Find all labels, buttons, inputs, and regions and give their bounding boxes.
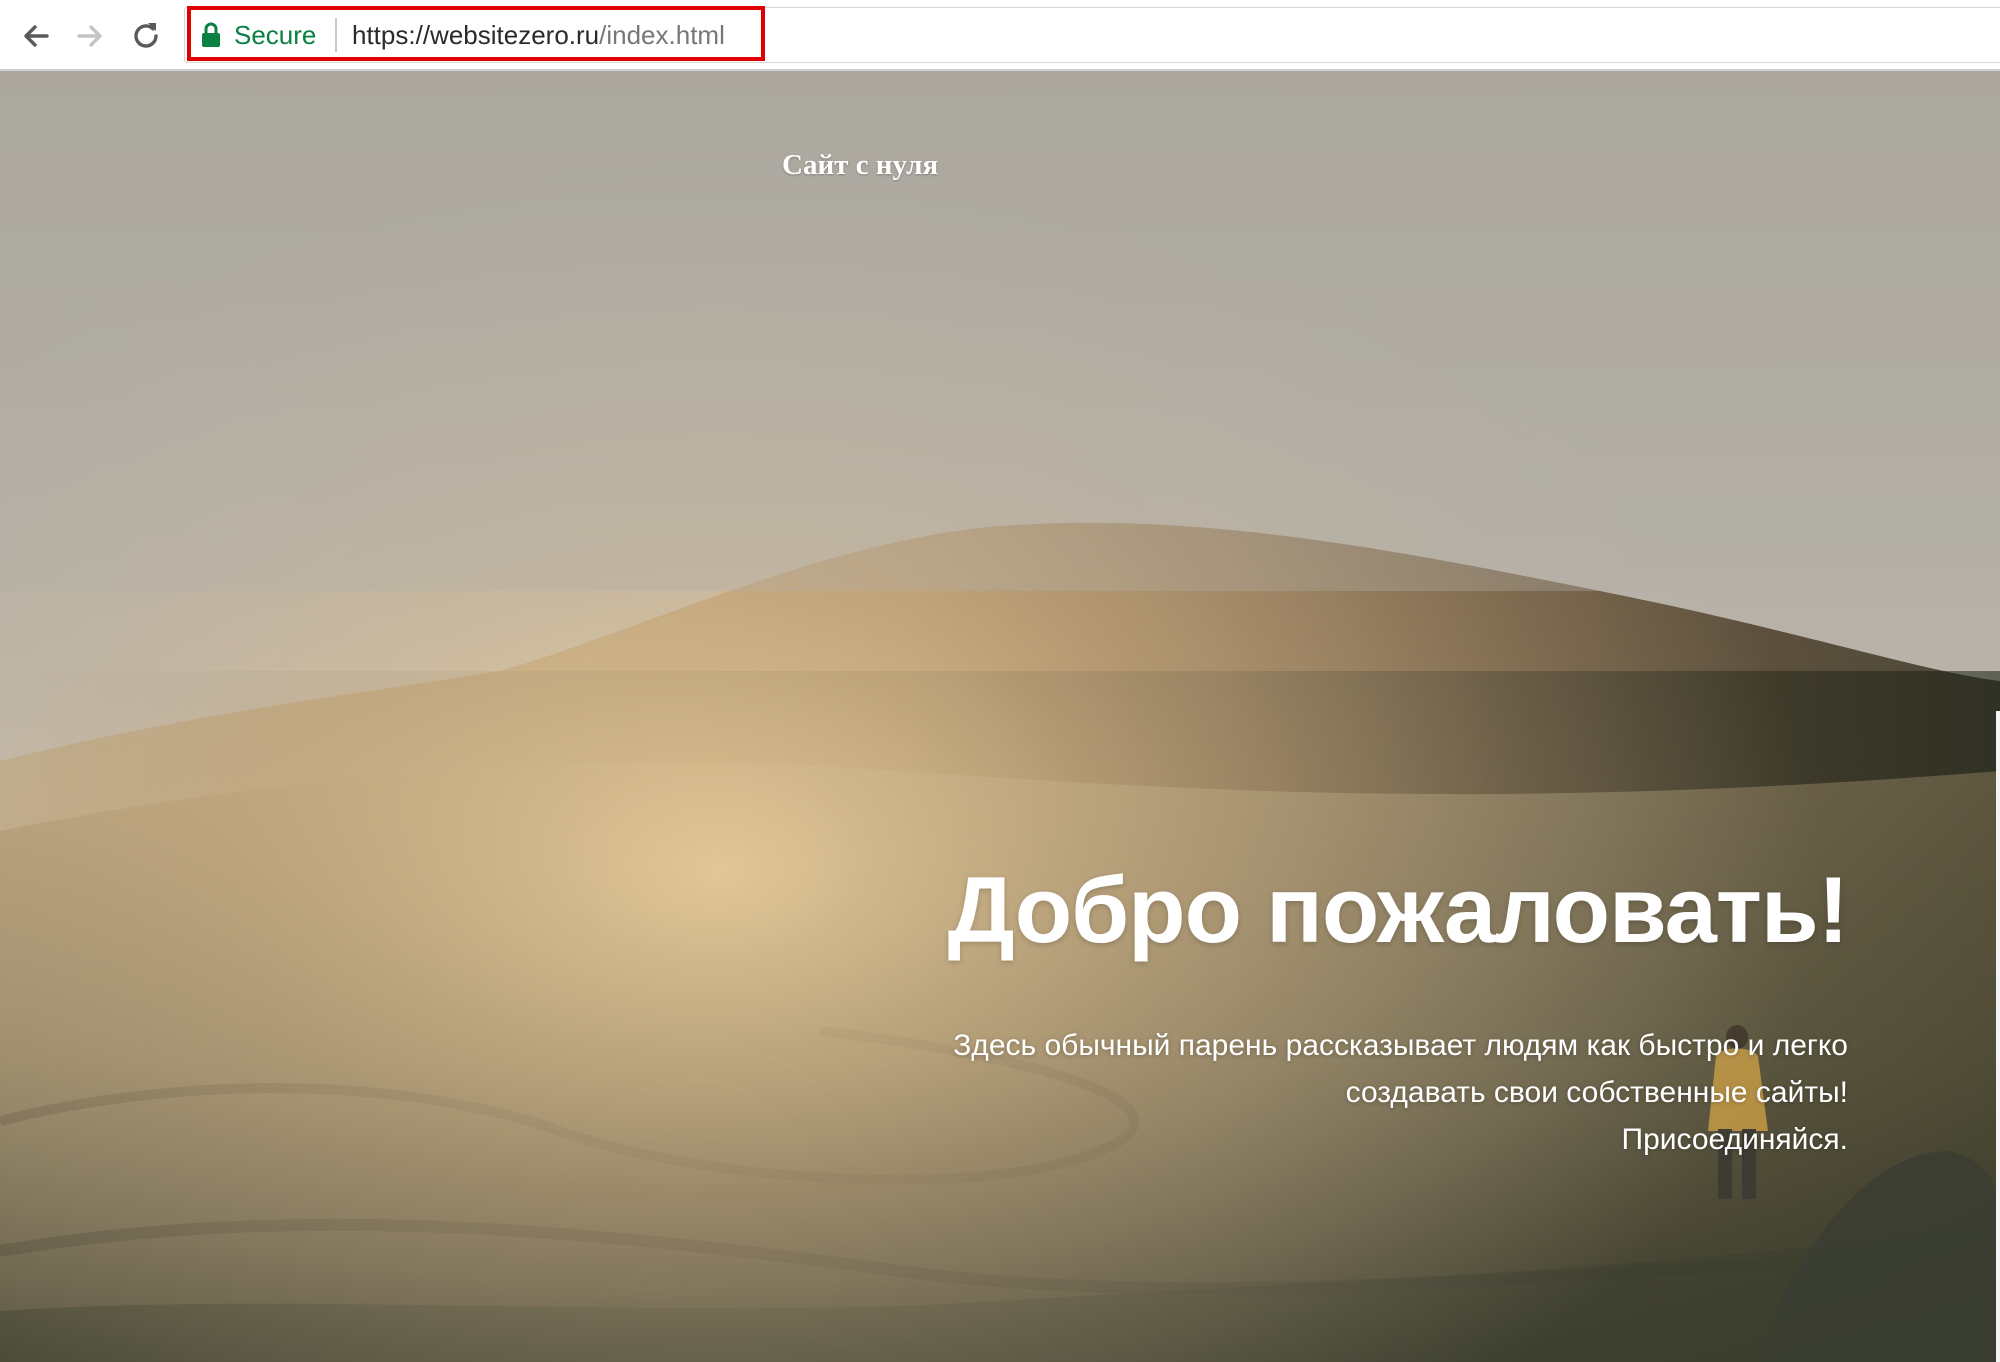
hero-title: Добро пожаловать! [947, 857, 1849, 962]
page-viewport: Сайт с нуля Добро пожаловать! Здесь обыч… [0, 71, 2000, 1362]
forward-button[interactable] [64, 10, 116, 62]
lock-icon [202, 22, 220, 47]
url-text[interactable]: https://websitezero.ru/index.html [352, 17, 725, 53]
hero-line-1: Здесь обычный парень рассказывает людям … [953, 1029, 1848, 1062]
hero-description: Здесь обычный парень рассказывает людям … [868, 1022, 1848, 1163]
page-edge [1996, 711, 2000, 1362]
arrow-right-icon [77, 25, 102, 47]
hero-background-image [0, 71, 2000, 1362]
back-button[interactable] [10, 10, 62, 62]
reload-button[interactable] [120, 10, 172, 62]
arrow-left-icon [24, 25, 49, 47]
browser-toolbar: Secure https://websitezero.ru/index.html [0, 0, 2000, 71]
security-label[interactable]: Secure [234, 17, 316, 53]
reload-icon [134, 23, 158, 48]
hero-line-2: создавать свои собственные сайты! [1345, 1076, 1848, 1109]
site-logo[interactable]: Сайт с нуля [782, 149, 938, 182]
omnibox-divider [335, 18, 337, 52]
url-path: /index.html [599, 20, 725, 50]
hero-line-3: Присоединяйся. [1621, 1123, 1848, 1156]
url-host: https://websitezero.ru [352, 20, 600, 50]
